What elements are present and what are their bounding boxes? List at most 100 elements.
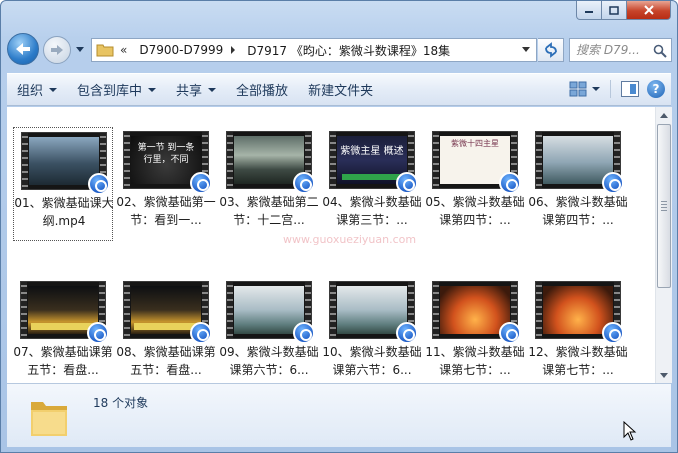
video-thumbnail[interactable] bbox=[329, 281, 418, 344]
file-list-view[interactable]: 01、紫微基础课大纲.mp4 第一节 到一条行里，不同 02、紫微基础第一节：看… bbox=[7, 107, 655, 383]
close-button[interactable] bbox=[627, 1, 671, 20]
file-item[interactable]: 12、紫微斗数基础课第七节：... bbox=[528, 277, 628, 383]
navigation-bar: « D7900-D7999 D7917 《昀心：紫微斗数课程》18集 bbox=[7, 33, 672, 67]
video-thumbnail[interactable] bbox=[432, 281, 521, 344]
address-dropdown-icon[interactable] bbox=[522, 47, 530, 52]
include-in-library-menu[interactable]: 包含到库中 bbox=[67, 74, 166, 105]
scroll-down-button[interactable] bbox=[656, 367, 672, 383]
maximize-button[interactable] bbox=[602, 1, 627, 20]
file-name[interactable]: 05、紫微斗数基础课第四节：... bbox=[425, 193, 525, 231]
file-item[interactable]: 紫微十四主星 05、紫微斗数基础课第四节：... bbox=[425, 127, 525, 241]
file-item[interactable]: 第一节 到一条行里，不同 02、紫微基础第一节：看到一... bbox=[116, 127, 216, 241]
arrow-left-icon bbox=[16, 43, 30, 55]
minimize-icon bbox=[585, 11, 593, 13]
file-item[interactable]: 06、紫微斗数基础课第四节：... bbox=[528, 127, 628, 241]
include-library-label: 包含到库中 bbox=[77, 84, 143, 99]
breadcrumb-overflow[interactable]: « bbox=[120, 43, 127, 57]
share-label: 共享 bbox=[176, 84, 203, 99]
file-item[interactable]: 10、紫微斗数基础课第六节：6... bbox=[322, 277, 422, 383]
file-name[interactable]: 10、紫微斗数基础课第六节：6... bbox=[322, 343, 422, 381]
share-menu[interactable]: 共享 bbox=[166, 74, 226, 105]
file-name[interactable]: 12、紫微斗数基础课第七节：... bbox=[528, 343, 628, 381]
video-thumbnail[interactable] bbox=[20, 281, 109, 344]
file-item[interactable]: 09、紫微斗数基础课第六节：6... bbox=[219, 277, 319, 383]
maximize-icon bbox=[609, 5, 619, 15]
video-thumbnail[interactable] bbox=[535, 281, 624, 344]
view-dropdown-icon[interactable] bbox=[592, 87, 600, 91]
file-item[interactable]: 07、紫微基础课第五节：看盘... bbox=[13, 277, 113, 383]
file-item[interactable]: 11、紫微斗数基础课第七节：... bbox=[425, 277, 525, 383]
thumbnail-caption: 紫微十四主星 bbox=[451, 139, 499, 148]
mouse-cursor-icon bbox=[623, 421, 637, 441]
help-icon[interactable]: ? bbox=[647, 80, 665, 98]
video-thumbnail[interactable]: 紫微主星 概述 bbox=[329, 131, 418, 194]
change-view-button[interactable] bbox=[568, 80, 588, 98]
vertical-scrollbar[interactable] bbox=[655, 107, 672, 383]
preview-pane-button[interactable] bbox=[621, 81, 639, 97]
address-bar[interactable]: « D7900-D7999 D7917 《昀心：紫微斗数课程》18集 bbox=[91, 38, 537, 62]
new-folder-button[interactable]: 新建文件夹 bbox=[298, 74, 383, 105]
file-name[interactable]: 07、紫微基础课第五节：看盘... bbox=[13, 343, 113, 381]
file-name[interactable]: 04、紫微斗数基础课第三节：... bbox=[322, 193, 422, 231]
search-input[interactable] bbox=[576, 43, 656, 57]
organize-menu[interactable]: 组织 bbox=[7, 74, 67, 105]
video-thumbnail[interactable] bbox=[123, 281, 212, 344]
file-name[interactable]: 11、紫微斗数基础课第七节：... bbox=[425, 343, 525, 381]
toolbar-divider bbox=[610, 80, 611, 98]
back-button[interactable] bbox=[7, 33, 39, 65]
video-thumbnail[interactable] bbox=[535, 131, 624, 194]
thumbnail-caption: 第一节 到一条行里，不同 bbox=[137, 143, 195, 165]
organize-label: 组织 bbox=[17, 84, 44, 99]
video-thumbnail[interactable] bbox=[226, 281, 315, 344]
file-name[interactable]: 01、紫微基础课大纲.mp4 bbox=[14, 194, 114, 232]
media-player-icon bbox=[190, 322, 212, 344]
minimize-button[interactable] bbox=[576, 1, 602, 20]
file-name[interactable]: 08、紫微基础课第五节：看盘... bbox=[116, 343, 216, 381]
video-thumbnail[interactable] bbox=[21, 132, 110, 195]
file-item[interactable]: 08、紫微基础课第五节：看盘... bbox=[116, 277, 216, 383]
file-name[interactable]: 09、紫微斗数基础课第六节：6... bbox=[219, 343, 319, 381]
file-item[interactable]: 01、紫微基础课大纲.mp4 bbox=[13, 127, 114, 241]
file-item[interactable]: 03、紫微基础第二节：十二宫... bbox=[219, 127, 319, 241]
forward-button[interactable] bbox=[43, 36, 71, 64]
file-name[interactable]: 03、紫微基础第二节：十二宫... bbox=[219, 193, 319, 231]
media-player-icon bbox=[396, 322, 418, 344]
refresh-button[interactable] bbox=[538, 38, 564, 62]
file-name[interactable]: 06、紫微斗数基础课第四节：... bbox=[528, 193, 628, 231]
media-player-icon bbox=[88, 173, 110, 195]
video-thumbnail[interactable] bbox=[226, 131, 315, 194]
view-grid-icon bbox=[569, 81, 587, 97]
details-pane: 18 个对象 bbox=[7, 383, 671, 447]
file-name[interactable]: 02、紫微基础第一节：看到一... bbox=[116, 193, 216, 231]
thumbnail-caption: 紫微主星 概述 bbox=[340, 146, 404, 157]
media-player-icon bbox=[602, 322, 624, 344]
media-player-icon bbox=[190, 172, 212, 194]
chevron-down-icon bbox=[208, 87, 217, 92]
scroll-up-button[interactable] bbox=[656, 107, 672, 123]
video-thumbnail[interactable]: 第一节 到一条行里，不同 bbox=[123, 131, 212, 194]
arrow-down-icon bbox=[660, 372, 668, 378]
video-thumbnail[interactable]: 紫微十四主星 bbox=[432, 131, 521, 194]
chevron-down-icon bbox=[76, 47, 84, 52]
breadcrumb-separator-icon[interactable] bbox=[231, 46, 236, 54]
recent-pages-dropdown[interactable] bbox=[74, 44, 86, 56]
arrow-up-icon bbox=[660, 112, 668, 118]
search-box[interactable] bbox=[569, 38, 672, 62]
breadcrumb-parent[interactable]: D7900-D7999 bbox=[139, 43, 223, 57]
arrow-right-icon bbox=[51, 45, 63, 55]
command-bar: 组织 包含到库中 共享 全部播放 新建文件夹 ? bbox=[7, 73, 671, 106]
explorer-window: « D7900-D7999 D7917 《昀心：紫微斗数课程》18集 组织 包含… bbox=[0, 0, 678, 453]
refresh-icon bbox=[544, 42, 557, 58]
breadcrumb-current[interactable]: D7917 《昀心：紫微斗数课程》18集 bbox=[247, 42, 450, 59]
play-all-button[interactable]: 全部播放 bbox=[226, 74, 298, 105]
search-icon[interactable] bbox=[653, 44, 667, 58]
chevron-down-icon bbox=[148, 87, 157, 92]
media-player-icon bbox=[293, 172, 315, 194]
chevron-down-icon bbox=[49, 87, 58, 92]
item-count: 18 个对象 bbox=[93, 396, 149, 410]
file-item[interactable]: 紫微主星 概述 04、紫微斗数基础课第三节：... bbox=[322, 127, 422, 241]
scrollbar-thumb[interactable] bbox=[657, 124, 671, 288]
view-controls: ? bbox=[568, 80, 665, 98]
media-player-icon bbox=[293, 322, 315, 344]
media-player-icon bbox=[87, 322, 109, 344]
